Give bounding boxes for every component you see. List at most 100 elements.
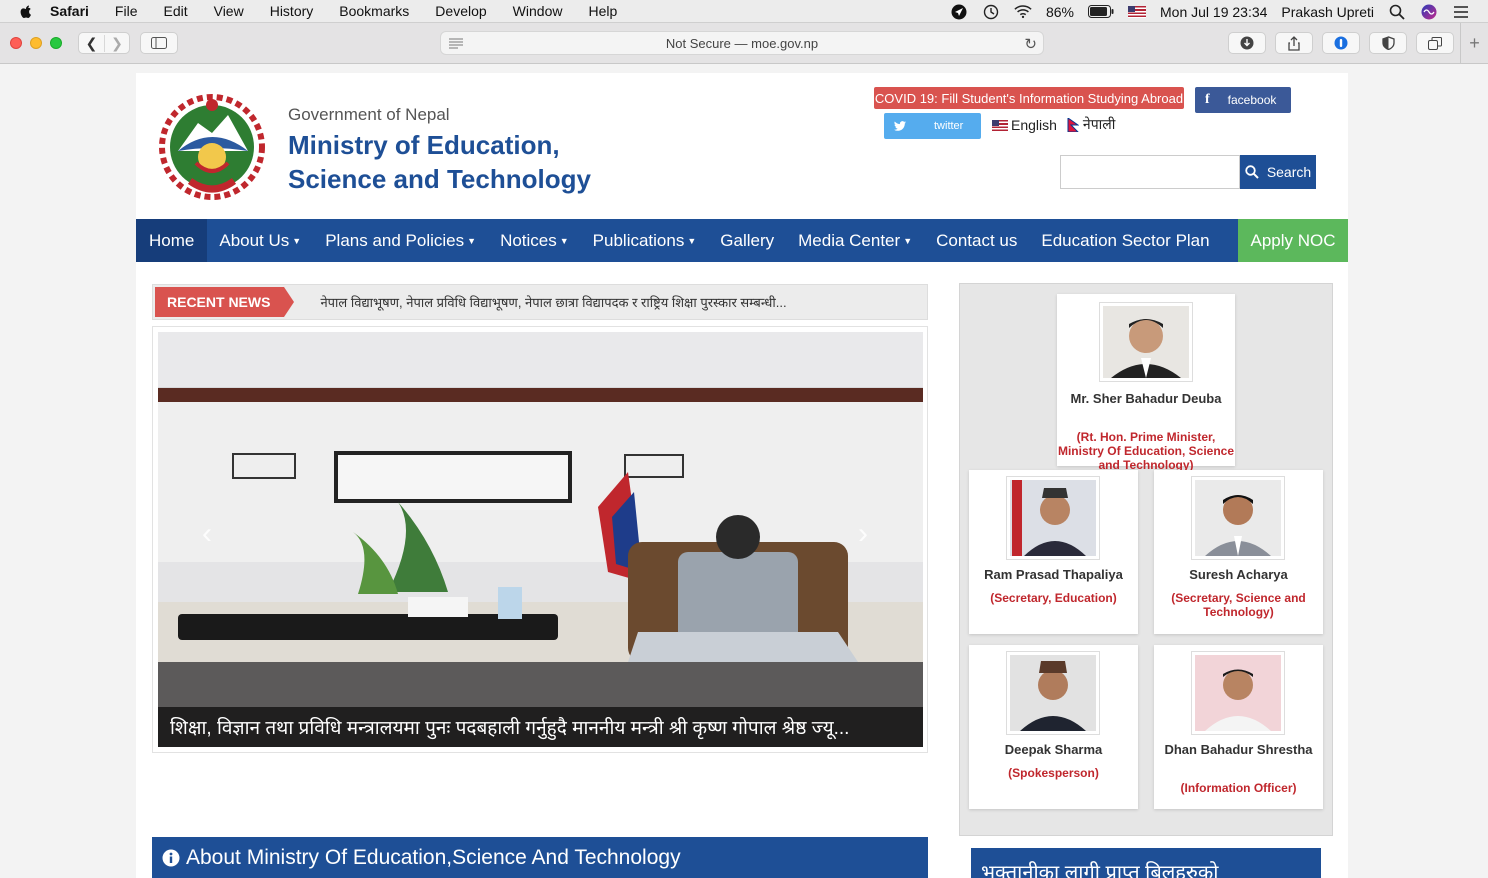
official-name: Suresh Acharya — [1189, 567, 1288, 582]
official-card[interactable]: Suresh Acharya (Secretary, Science and T… — [1154, 470, 1323, 634]
menu-datetime[interactable]: Mon Jul 19 23:34 — [1160, 4, 1267, 20]
downloads-button[interactable] — [1228, 32, 1266, 54]
reload-icon[interactable]: ↻ — [1024, 35, 1037, 53]
ministry-title-line1: Ministry of Education, — [288, 130, 560, 160]
reader-lines-icon[interactable] — [449, 38, 463, 49]
tabs-icon — [1428, 36, 1442, 50]
official-name: Mr. Sher Bahadur Deuba — [1070, 391, 1222, 406]
back-forward-group: ❮ ❯ — [78, 32, 130, 54]
nav-media-center[interactable]: Media Center ▼ — [786, 219, 924, 262]
menu-window[interactable]: Window — [513, 3, 563, 19]
close-window-button[interactable] — [10, 37, 22, 49]
input-source-flag-icon[interactable] — [1128, 4, 1146, 20]
recent-news-ticker: RECENT NEWS नेपाल विद्याभूषण, नेपाल प्रव… — [152, 284, 928, 320]
share-button[interactable] — [1275, 32, 1313, 54]
nav-contact-us[interactable]: Contact us — [924, 219, 1029, 262]
official-photo — [1006, 651, 1100, 735]
lang-nepali-link[interactable]: नेपाली — [1067, 115, 1115, 134]
menu-view[interactable]: View — [214, 3, 244, 19]
menu-file[interactable]: File — [115, 3, 138, 19]
nav-media-center-label: Media Center — [798, 230, 901, 250]
menu-develop[interactable]: Develop — [435, 3, 486, 19]
time-machine-icon[interactable] — [982, 4, 1000, 20]
slider-prev-icon[interactable]: ‹ — [202, 517, 212, 551]
spotlight-search-icon[interactable] — [1388, 4, 1406, 20]
official-photo — [1006, 476, 1100, 560]
nav-home[interactable]: Home — [136, 219, 208, 262]
government-label: Government of Nepal — [288, 105, 450, 124]
minimize-window-button[interactable] — [30, 37, 42, 49]
menu-user[interactable]: Prakash Upreti — [1281, 4, 1374, 20]
lang-english-label: English — [1011, 116, 1057, 133]
apply-noc-button[interactable]: Apply NOC — [1238, 219, 1348, 262]
nav-notices-label: Notices — [500, 230, 557, 250]
us-flag-icon — [992, 120, 1008, 132]
location-status-icon[interactable] — [950, 4, 968, 20]
info-icon — [162, 849, 180, 866]
search-input[interactable] — [1060, 155, 1240, 189]
nav-plans-policies-label: Plans and Policies — [325, 230, 465, 250]
official-role: (Secretary, Science and Technology) — [1171, 591, 1306, 619]
slide-image[interactable]: ‹ › शिक्षा, विज्ञान तथा प्रविधि मन्त्राल… — [158, 332, 923, 747]
nav-plans-policies[interactable]: Plans and Policies ▼ — [313, 219, 488, 262]
official-card[interactable]: Mr. Sher Bahadur Deuba (Rt. Hon. Prime M… — [1057, 294, 1235, 472]
nav-notices[interactable]: Notices ▼ — [488, 219, 581, 262]
nav-publications-label: Publications — [592, 230, 685, 250]
official-card[interactable]: Deepak Sharma (Spokesperson) — [969, 645, 1138, 809]
caret-down-icon: ▼ — [559, 235, 569, 246]
shield-icon — [1381, 36, 1395, 50]
back-arrow-icon[interactable]: ❮ — [79, 35, 104, 52]
caret-down-icon: ▼ — [467, 235, 477, 246]
ministry-title[interactable]: Ministry of Education, Science and Techn… — [288, 128, 591, 196]
nav-about-us-label: About Us — [219, 230, 290, 250]
slider-next-icon[interactable]: › — [858, 517, 868, 551]
official-photo — [1191, 476, 1285, 560]
nav-about-us[interactable]: About Us ▼ — [207, 219, 313, 262]
new-tab-button[interactable]: + — [1460, 23, 1488, 64]
address-bar[interactable]: Not Secure — moe.gov.np ↻ — [440, 31, 1044, 55]
twitter-button[interactable]: twitter — [884, 113, 981, 139]
caret-down-icon: ▼ — [292, 235, 302, 246]
control-center-icon[interactable] — [1452, 4, 1470, 20]
sidebar-toggle-button[interactable] — [140, 32, 178, 54]
official-card[interactable]: Ram Prasad Thapaliya (Secretary, Educati… — [969, 470, 1138, 634]
nav-publications[interactable]: Publications ▼ — [581, 219, 709, 262]
facebook-button[interactable]: f facebook — [1195, 87, 1291, 113]
apple-menu-icon[interactable] — [18, 3, 34, 19]
slide-caption[interactable]: शिक्षा, विज्ञान तथा प्रविधि मन्त्रालयमा … — [158, 707, 923, 747]
forward-arrow-icon[interactable]: ❯ — [103, 34, 129, 52]
zoom-window-button[interactable] — [50, 37, 62, 49]
caret-down-icon: ▼ — [903, 235, 913, 246]
covid-info-button[interactable]: COVID 19: Fill Student's Information Stu… — [874, 87, 1184, 109]
official-name: Dhan Bahadur Shrestha — [1164, 742, 1313, 757]
recent-news-text[interactable]: नेपाल विद्याभूषण, नेपाल प्रविधि विद्याभू… — [320, 293, 786, 311]
facebook-icon: f — [1205, 92, 1210, 107]
official-card[interactable]: Dhan Bahadur Shrestha (Information Offic… — [1154, 645, 1323, 809]
official-role: (Secretary, Education) — [990, 591, 1117, 605]
nepal-emblem-logo[interactable] — [150, 93, 274, 201]
official-role: (Information Officer) — [1180, 781, 1297, 795]
image-slider: ‹ › शिक्षा, विज्ञान तथा प्रविधि मन्त्राल… — [152, 326, 928, 753]
lang-english-link[interactable]: English — [992, 117, 1057, 133]
siri-icon[interactable] — [1420, 4, 1438, 20]
menu-bookmarks[interactable]: Bookmarks — [339, 3, 409, 19]
wifi-icon[interactable] — [1014, 4, 1032, 20]
menu-bar: Safari File Edit View History Bookmarks … — [0, 0, 1488, 23]
share-icon — [1288, 35, 1300, 51]
official-photo — [1191, 651, 1285, 735]
lang-nepali-label: नेपाली — [1082, 116, 1116, 132]
extension-shield-button[interactable] — [1369, 32, 1407, 54]
plus-icon: + — [1469, 33, 1480, 53]
menu-edit[interactable]: Edit — [163, 3, 187, 19]
search-button[interactable]: Search — [1240, 155, 1316, 189]
tab-overview-button[interactable] — [1416, 32, 1454, 54]
extension-1password-button[interactable] — [1322, 32, 1360, 54]
nav-education-sector-plan[interactable]: Education Sector Plan — [1029, 219, 1221, 262]
battery-icon[interactable] — [1088, 4, 1114, 20]
official-role: (Rt. Hon. Prime Minister, Ministry Of Ed… — [1057, 430, 1235, 472]
menu-history[interactable]: History — [270, 3, 314, 19]
menu-help[interactable]: Help — [588, 3, 617, 19]
bills-received-box[interactable]: भक्तानीका लागी प्राप्त बिलहरुको — [971, 848, 1321, 878]
menu-app-name[interactable]: Safari — [50, 3, 89, 19]
nav-gallery[interactable]: Gallery — [708, 219, 786, 262]
